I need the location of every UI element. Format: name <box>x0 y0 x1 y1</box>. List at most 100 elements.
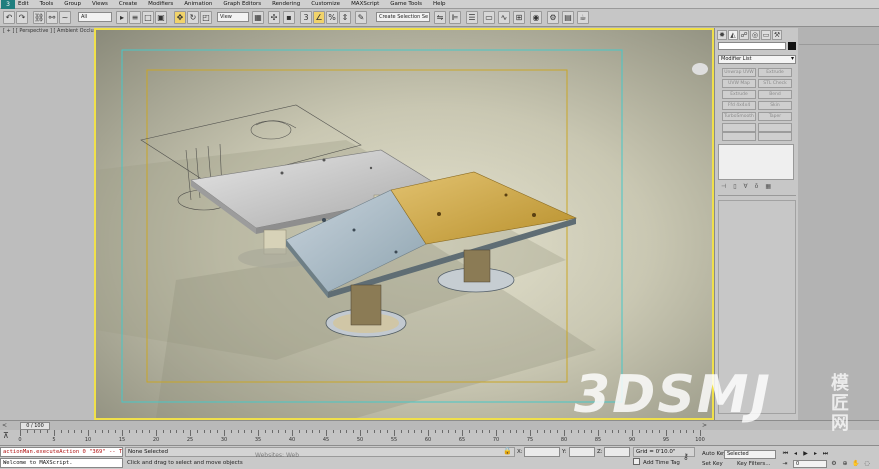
make-unique-icon[interactable]: ∀ <box>744 183 748 191</box>
schematic-view-icon[interactable]: ⊞ <box>513 11 525 24</box>
modifier-button-6[interactable]: Bend <box>758 90 792 99</box>
angle-snap-icon[interactable]: ∠ <box>313 11 325 24</box>
select-scale-icon[interactable]: ◰ <box>200 11 212 24</box>
select-rotate-icon[interactable]: ↻ <box>187 11 199 24</box>
display-tab-icon[interactable]: ▭ <box>761 30 771 40</box>
selection-filter-dropdown[interactable]: All <box>78 12 112 22</box>
modifier-button-blank-4[interactable] <box>758 132 792 141</box>
material-editor-icon[interactable]: ◉ <box>530 11 542 24</box>
select-by-name-icon[interactable]: ≡ <box>129 11 141 24</box>
go-to-start-icon[interactable]: ⏮ <box>781 450 790 458</box>
add-time-tag-button[interactable]: Add Time Tag <box>633 458 680 468</box>
curve-editor-icon[interactable]: ∿ <box>498 11 510 24</box>
z-coordinate-field[interactable] <box>604 447 630 457</box>
track-bar[interactable]: ⊼ 0 5 10 15 20 25 30 35 40 45 50 55 60 65 70 75 80 85 90 95… <box>0 430 879 446</box>
named-selection-dropdown[interactable]: Create Selection Se <box>376 12 430 22</box>
keyboard-shortcut-icon[interactable]: ▪ <box>283 11 295 24</box>
reference-coord-dropdown[interactable]: View <box>217 12 249 22</box>
set-key-icon[interactable]: ⚷ <box>683 449 689 465</box>
undo-icon[interactable]: ↶ <box>3 11 15 24</box>
menu-views[interactable]: Views <box>92 0 108 9</box>
create-tab-icon[interactable]: ✸ <box>717 30 727 40</box>
remove-modifier-icon[interactable]: ō <box>755 183 759 191</box>
show-end-result-icon[interactable]: ▯ <box>733 183 736 191</box>
app-logo-icon[interactable]: 3 <box>1 0 15 9</box>
window-crossing-icon[interactable]: ▣ <box>155 11 167 24</box>
spinner-snap-icon[interactable]: ⇕ <box>339 11 351 24</box>
perspective-viewport[interactable] <box>94 28 714 420</box>
pivot-center-icon[interactable]: ▦ <box>252 11 264 24</box>
viewcube-icon[interactable] <box>692 63 708 75</box>
modifier-button-7[interactable]: Ffd 4x4x4 <box>722 101 756 110</box>
menu-animation[interactable]: Animation <box>184 0 212 9</box>
pan-icon[interactable]: ✋ <box>852 460 860 468</box>
menu-rendering[interactable]: Rendering <box>272 0 300 9</box>
render-production-icon[interactable]: ☕ <box>577 11 589 24</box>
unlink-icon[interactable]: ⚯ <box>46 11 58 24</box>
select-object-icon[interactable]: ▸ <box>116 11 128 24</box>
menu-customize[interactable]: Customize <box>311 0 340 9</box>
track-bar-menu-icon[interactable]: ⊼ <box>3 431 13 441</box>
menu-graph-editors[interactable]: Graph Editors <box>223 0 261 9</box>
menu-game-tools[interactable]: Game Tools <box>390 0 422 9</box>
time-slider-thumb[interactable]: 0 / 100 <box>20 422 50 430</box>
modifier-list-dropdown[interactable]: Modifier List <box>718 55 796 64</box>
mirror-icon[interactable]: ⇋ <box>434 11 446 24</box>
next-frame-icon[interactable]: ▸ <box>811 450 820 458</box>
configure-sets-icon[interactable]: ▦ <box>765 183 771 191</box>
modifier-button-blank-2[interactable] <box>758 123 792 132</box>
set-key-button[interactable]: Set Key <box>702 461 723 467</box>
key-set-dropdown[interactable]: Selected <box>724 450 776 459</box>
zoom-icon[interactable]: ⊕ <box>841 460 849 468</box>
utilities-tab-icon[interactable]: ⚒ <box>772 30 782 40</box>
y-coordinate-field[interactable] <box>569 447 595 457</box>
x-coordinate-field[interactable] <box>524 447 560 457</box>
modifier-button-2[interactable]: Extrude <box>758 68 792 77</box>
select-manipulate-icon[interactable]: ✣ <box>268 11 280 24</box>
key-mode-icon[interactable]: ⇥ <box>781 460 789 468</box>
object-name-field[interactable] <box>718 42 786 50</box>
menu-help[interactable]: Help <box>433 0 446 9</box>
redo-icon[interactable]: ↷ <box>16 11 28 24</box>
maxscript-output-line[interactable]: Welcome to MAXScript. <box>0 458 123 468</box>
graphite-ribbon-icon[interactable]: ▭ <box>483 11 495 24</box>
menu-tools[interactable]: Tools <box>40 0 54 9</box>
modifier-button-10[interactable]: Taper <box>758 112 792 121</box>
selection-lock-icon[interactable]: 🔒 <box>503 447 513 457</box>
time-config-icon[interactable]: ⚙ <box>830 460 838 468</box>
menu-modifiers[interactable]: Modifiers <box>148 0 173 9</box>
menu-group[interactable]: Group <box>64 0 81 9</box>
key-filters-button[interactable]: Key Filters... <box>737 461 770 467</box>
play-icon[interactable]: ▶ <box>801 450 810 458</box>
pin-stack-icon[interactable]: ⊣ <box>721 183 726 191</box>
layer-manager-icon[interactable]: ☰ <box>466 11 478 24</box>
modifier-button-8[interactable]: Skin <box>758 101 792 110</box>
modifier-button-3[interactable]: UVW Map <box>722 79 756 88</box>
hierarchy-tab-icon[interactable]: ☍ <box>739 30 749 40</box>
menu-edit[interactable]: Edit <box>18 0 29 9</box>
menu-create[interactable]: Create <box>119 0 137 9</box>
modifier-button-5[interactable]: Extrude <box>722 90 756 99</box>
menu-maxscript[interactable]: MAXScript <box>351 0 379 9</box>
modify-tab-icon[interactable]: ◭ <box>728 30 738 40</box>
modifier-button-blank-3[interactable] <box>722 132 756 141</box>
time-prev-button[interactable]: < <box>2 422 7 430</box>
track-ruler[interactable]: 0 5 10 15 20 25 30 35 40 45 50 55 60 65 70 75 80 85 90 95 10… <box>18 430 705 446</box>
previous-frame-icon[interactable]: ◂ <box>791 450 800 458</box>
snap-toggle-icon[interactable]: 3 <box>300 11 312 24</box>
modifier-button-1[interactable]: Unwrap UVW <box>722 68 756 77</box>
modifier-button-9[interactable]: TurboSmooth <box>722 112 756 121</box>
go-to-end-icon[interactable]: ⏭ <box>821 450 830 458</box>
object-color-swatch[interactable] <box>788 42 796 50</box>
motion-tab-icon[interactable]: ◎ <box>750 30 760 40</box>
render-setup-icon[interactable]: ⚙ <box>547 11 559 24</box>
modifier-button-blank-1[interactable] <box>722 123 756 132</box>
modifier-button-4[interactable]: STL Check <box>758 79 792 88</box>
link-icon[interactable]: ⛓ <box>33 11 45 24</box>
bind-space-warp-icon[interactable]: ~ <box>59 11 71 24</box>
rendered-frame-icon[interactable]: ▤ <box>562 11 574 24</box>
percent-snap-icon[interactable]: % <box>326 11 338 24</box>
orbit-icon[interactable]: ◌ <box>863 460 871 468</box>
align-icon[interactable]: ⊫ <box>449 11 461 24</box>
auto-key-button[interactable]: Auto Key <box>702 451 727 457</box>
